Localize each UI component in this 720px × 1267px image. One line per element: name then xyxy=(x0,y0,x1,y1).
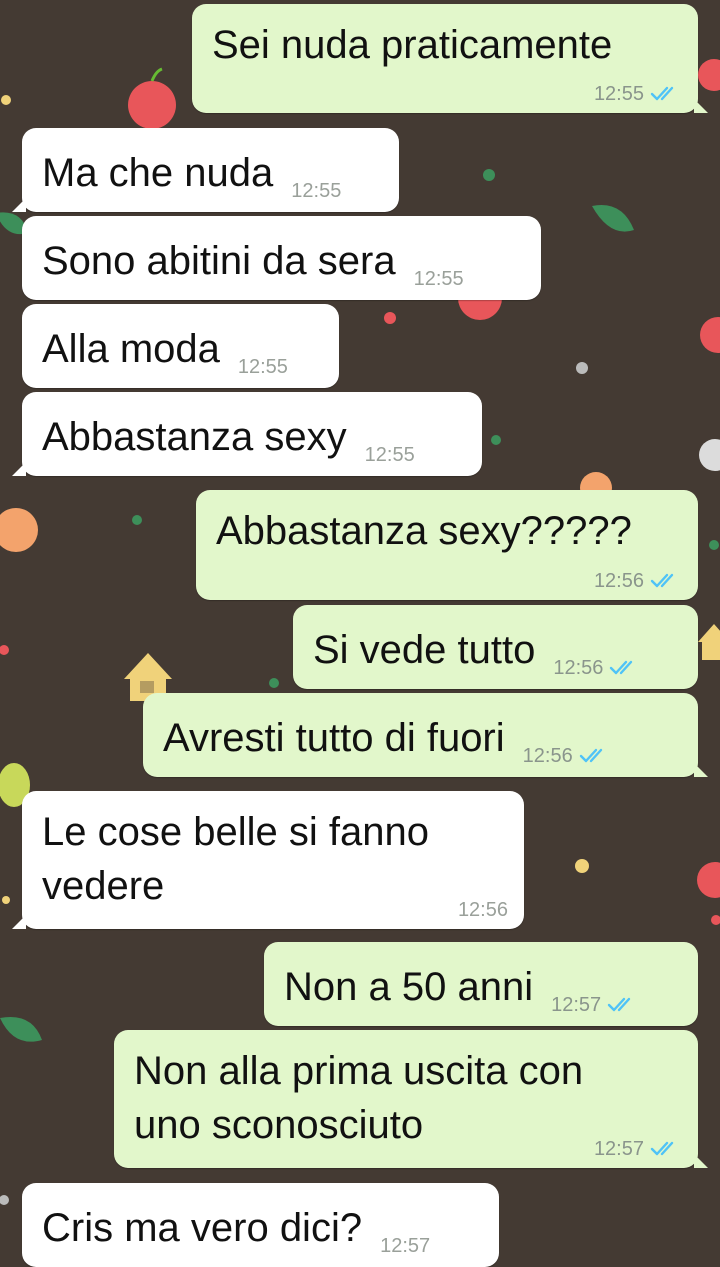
message-text: Non alla prima uscita con uno sconosciut… xyxy=(134,1049,584,1147)
message-time: 12:55 xyxy=(237,356,288,378)
message-time: 12:56 xyxy=(593,570,644,592)
message-bubble-outgoing[interactable]: Sei nuda praticamente 12:55 xyxy=(192,4,708,113)
message-text: Sono abitini da sera xyxy=(42,239,396,283)
double-check-icon xyxy=(650,572,682,590)
double-check-icon xyxy=(609,659,641,677)
message-bubble-outgoing[interactable]: Non a 50 anni 12:57 xyxy=(264,942,698,1026)
double-check-icon xyxy=(579,747,611,765)
message-text: Non a 50 anni xyxy=(284,965,534,1009)
message-meta: 12:55 xyxy=(594,83,682,105)
message-time: 12:57 xyxy=(551,994,602,1016)
message-meta: 12:56 xyxy=(553,657,641,679)
message-time: 12:56 xyxy=(522,745,573,767)
message-time: 12:56 xyxy=(457,899,508,921)
message-bubble-outgoing[interactable]: Abbastanza sexy????? 12:56 xyxy=(196,490,698,600)
message-meta: 12:57 xyxy=(594,1138,682,1160)
message-text: Avresti tutto di fuori xyxy=(163,716,505,760)
message-time: 12:57 xyxy=(380,1235,431,1257)
message-text: Ma che nuda xyxy=(42,151,274,195)
message-time: 12:55 xyxy=(413,268,464,290)
message-text: Abbastanza sexy xyxy=(42,415,347,459)
message-meta: 12:56 xyxy=(594,570,682,592)
message-text: Le cose belle si fanno vedere xyxy=(42,810,429,908)
message-text: Si vede tutto xyxy=(313,628,536,672)
message-bubble-incoming[interactable]: Ma che nuda 12:55 xyxy=(12,128,399,212)
message-meta: 12:57 xyxy=(551,994,639,1016)
double-check-icon xyxy=(650,1140,682,1158)
message-time: 12:55 xyxy=(291,180,342,202)
message-text: Alla moda xyxy=(42,327,220,371)
double-check-icon xyxy=(650,85,682,103)
message-bubble-incoming[interactable]: Le cose belle si fanno vedere 12:56 xyxy=(12,791,524,929)
message-list[interactable]: Sei nuda praticamente 12:55 Ma che nuda … xyxy=(0,0,720,1267)
message-bubble-incoming[interactable]: Cris ma vero dici? 12:57 xyxy=(22,1183,499,1267)
message-text: Sei nuda praticamente xyxy=(212,23,613,67)
message-bubble-outgoing[interactable]: Avresti tutto di fuori 12:56 xyxy=(143,693,708,777)
message-text: Abbastanza sexy????? xyxy=(216,509,632,553)
message-bubble-incoming[interactable]: Abbastanza sexy 12:55 xyxy=(12,392,482,476)
message-time: 12:55 xyxy=(364,444,415,466)
double-check-icon xyxy=(607,996,639,1014)
message-bubble-incoming[interactable]: Sono abitini da sera 12:55 xyxy=(22,216,541,300)
message-time: 12:57 xyxy=(593,1138,644,1160)
message-time: 12:56 xyxy=(553,657,604,679)
message-bubble-incoming[interactable]: Alla moda 12:55 xyxy=(22,304,339,388)
message-meta: 12:56 xyxy=(523,745,611,767)
message-time: 12:55 xyxy=(593,83,644,105)
message-bubble-outgoing[interactable]: Non alla prima uscita con uno sconosciut… xyxy=(114,1030,708,1168)
message-bubble-outgoing[interactable]: Si vede tutto 12:56 xyxy=(293,605,698,689)
message-text: Cris ma vero dici? xyxy=(42,1206,363,1250)
